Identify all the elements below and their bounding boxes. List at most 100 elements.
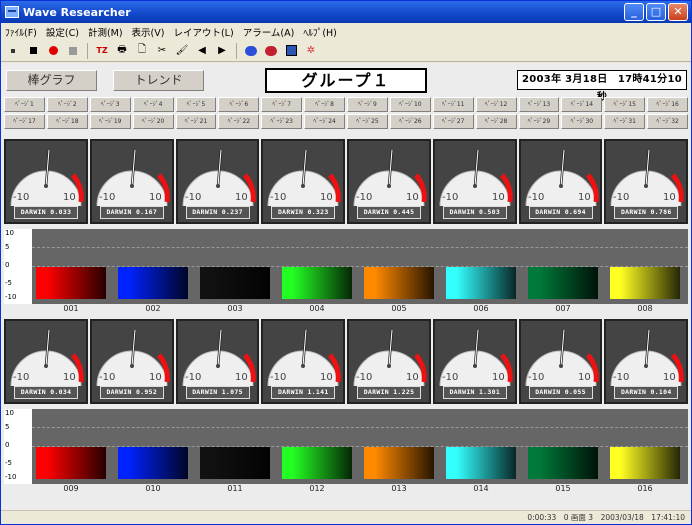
page-tab-19[interactable]: ﾍﾟｰｼﾞ19 [89,114,131,129]
title-bar: Wave Researcher _ □ ✕ [1,1,691,23]
page-tab-8[interactable]: ﾍﾟｰｼﾞ8 [304,97,345,112]
bar-scale-label: 10 [5,409,14,417]
preview-icon[interactable]: 🗋 [134,43,150,59]
page-tab-9[interactable]: ﾍﾟｰｼﾞ9 [347,97,388,112]
menu-layout[interactable]: レイアウト(L) [173,25,233,39]
scale-label-left-low: -10 [613,192,629,203]
scale-label-left-low: -10 [99,192,115,203]
page-tab-2[interactable]: ﾍﾟｰｼﾞ2 [46,97,88,112]
gauge-label: DARWIN 0.694 [528,206,593,219]
scale-label-left-mid: -5 [445,349,455,360]
page-tab-21[interactable]: ﾍﾟｰｼﾞ21 [175,114,217,129]
page-tab-10[interactable]: ﾍﾟｰｼﾞ10 [389,97,431,112]
menu-settings[interactable]: 設定(C) [46,25,79,39]
settings-icon[interactable]: ✲ [303,43,319,59]
page-tab-5[interactable]: ﾍﾟｰｼﾞ5 [175,97,217,112]
record-icon[interactable] [45,43,61,59]
meter-gauge: 0 -5 5 -10 10 DARWIN 0.503 [432,139,517,224]
scale-label-left-low: -10 [528,372,544,383]
bar-channel-label: 010 [145,484,161,493]
scale-label-left-low: -10 [270,192,286,203]
close-button[interactable]: ✕ [668,3,688,21]
forward-icon[interactable]: ▶ [214,43,230,59]
page-tab-16[interactable]: ﾍﾟｰｼﾞ16 [647,97,688,112]
page-tab-28[interactable]: ﾍﾟｰｼﾞ28 [475,114,517,129]
level-bar [36,447,106,479]
cut-icon[interactable]: ✂ [154,43,170,59]
menu-measure[interactable]: 計測(M) [88,25,123,39]
scale-label-left-mid: -5 [188,349,198,360]
page-tab-13[interactable]: ﾍﾟｰｼﾞ13 [518,97,560,112]
scale-label-left-mid: -5 [102,349,112,360]
menu-file[interactable]: ﾌｧｲﾙ(F) [5,25,37,39]
meter-gauge: 0 -5 5 -10 10 DARWIN 0.167 [89,139,174,224]
stop-icon[interactable] [25,43,41,59]
trend-button[interactable]: トレンド [113,70,204,91]
back-icon[interactable]: ◀ [194,43,210,59]
page-tab-31[interactable]: ﾍﾟｰｼﾞ31 [604,114,646,129]
paint-icon[interactable]: 🖌 [174,43,190,59]
menu-view[interactable]: 表示(V) [132,25,165,39]
level-bar [364,447,434,479]
page-tab-1[interactable]: ﾍﾟｰｼﾞ1 [4,97,45,112]
gauge-row-1: 0 -5 5 -10 10 DARWIN 0.033 0 -5 5 -10 10… [4,139,688,224]
page-tab-11[interactable]: ﾍﾟｰｼﾞ11 [432,97,474,112]
gauge-label: DARWIN 0.033 [14,206,78,219]
chart-red-icon[interactable] [263,43,279,59]
page-tab-14[interactable]: ﾍﾟｰｼﾞ14 [561,97,603,112]
page-tab-29[interactable]: ﾍﾟｰｼﾞ29 [518,114,560,129]
scale-label-right-mid: 5 [494,169,500,180]
stop-gray-icon[interactable] [65,43,81,59]
page-tab-24[interactable]: ﾍﾟｰｼﾞ24 [304,114,345,129]
page-tab-20[interactable]: ﾍﾟｰｼﾞ20 [132,114,174,129]
page-tab-18[interactable]: ﾍﾟｰｼﾞ18 [46,114,88,129]
level-bar [282,267,352,299]
page-tab-3[interactable]: ﾍﾟｰｼﾞ3 [89,97,131,112]
chart-blue-icon[interactable] [243,43,259,59]
page-tab-4[interactable]: ﾍﾟｰｼﾞ4 [132,97,174,112]
gauge-label: DARWIN 0.445 [357,206,421,219]
meter-gauge: 0 -5 5 -10 10 DARWIN 0.055 [518,319,603,404]
dot-icon[interactable] [5,43,21,59]
page-tab-30[interactable]: ﾍﾟｰｼﾞ30 [561,114,603,129]
gauge-label: DARWIN 0.952 [99,386,164,399]
page-tab-27[interactable]: ﾍﾟｰｼﾞ27 [432,114,474,129]
scale-label-right-low: 10 [492,192,505,203]
meter-gauge: 0 -5 5 -10 10 DARWIN 0.694 [518,139,603,224]
page-tab-15[interactable]: ﾍﾟｰｼﾞ15 [604,97,646,112]
scale-label-right-low: 10 [320,372,333,383]
scale-label-right-mid: 5 [665,169,671,180]
bar-channel-label: 002 [145,304,161,313]
gauge-label: DARWIN 0.786 [614,206,679,219]
page-tab-26[interactable]: ﾍﾟｰｼﾞ26 [389,114,431,129]
scale-label-left-mid: -5 [188,169,198,180]
maximize-button[interactable]: □ [646,3,666,21]
page-tab-23[interactable]: ﾍﾟｰｼﾞ23 [261,114,303,129]
level-bar [200,447,270,479]
menu-alarm[interactable]: アラーム(A) [243,25,295,39]
tz-icon[interactable]: TZ [94,43,110,59]
scale-label-left-low: -10 [613,372,629,383]
page-tab-32[interactable]: ﾍﾟｰｼﾞ32 [647,114,688,129]
meter-gauge: 0 -5 5 -10 10 DARWIN 0.786 [604,139,688,224]
print-icon[interactable]: 🖶 [114,43,130,59]
minimize-button[interactable]: _ [624,3,644,21]
bar-graph-button[interactable]: 棒グラフ [6,70,97,91]
page-tab-6[interactable]: ﾍﾟｰｼﾞ6 [218,97,260,112]
scale-label-right-low: 10 [663,192,676,203]
save-icon[interactable] [283,43,299,59]
scale-label-left-mid: -5 [359,169,369,180]
page-tab-25[interactable]: ﾍﾟｰｼﾞ25 [347,114,388,129]
menu-help[interactable]: ﾍﾙﾌﾟ(H) [303,25,337,39]
page-tab-22[interactable]: ﾍﾟｰｼﾞ22 [218,114,260,129]
scale-label-left-mid: -5 [531,169,541,180]
scale-label-right-low: 10 [406,192,419,203]
scale-label-right-mid: 5 [580,169,586,180]
page-tab-12[interactable]: ﾍﾟｰｼﾞ12 [475,97,517,112]
bar-channel-label: 001 [63,304,79,313]
scale-label-left-low: -10 [356,192,372,203]
scale-label-right-mid: 5 [151,349,157,360]
page-tab-7[interactable]: ﾍﾟｰｼﾞ7 [261,97,303,112]
page-tab-17[interactable]: ﾍﾟｰｼﾞ17 [4,114,45,129]
bar-channel-label: 009 [63,484,79,493]
